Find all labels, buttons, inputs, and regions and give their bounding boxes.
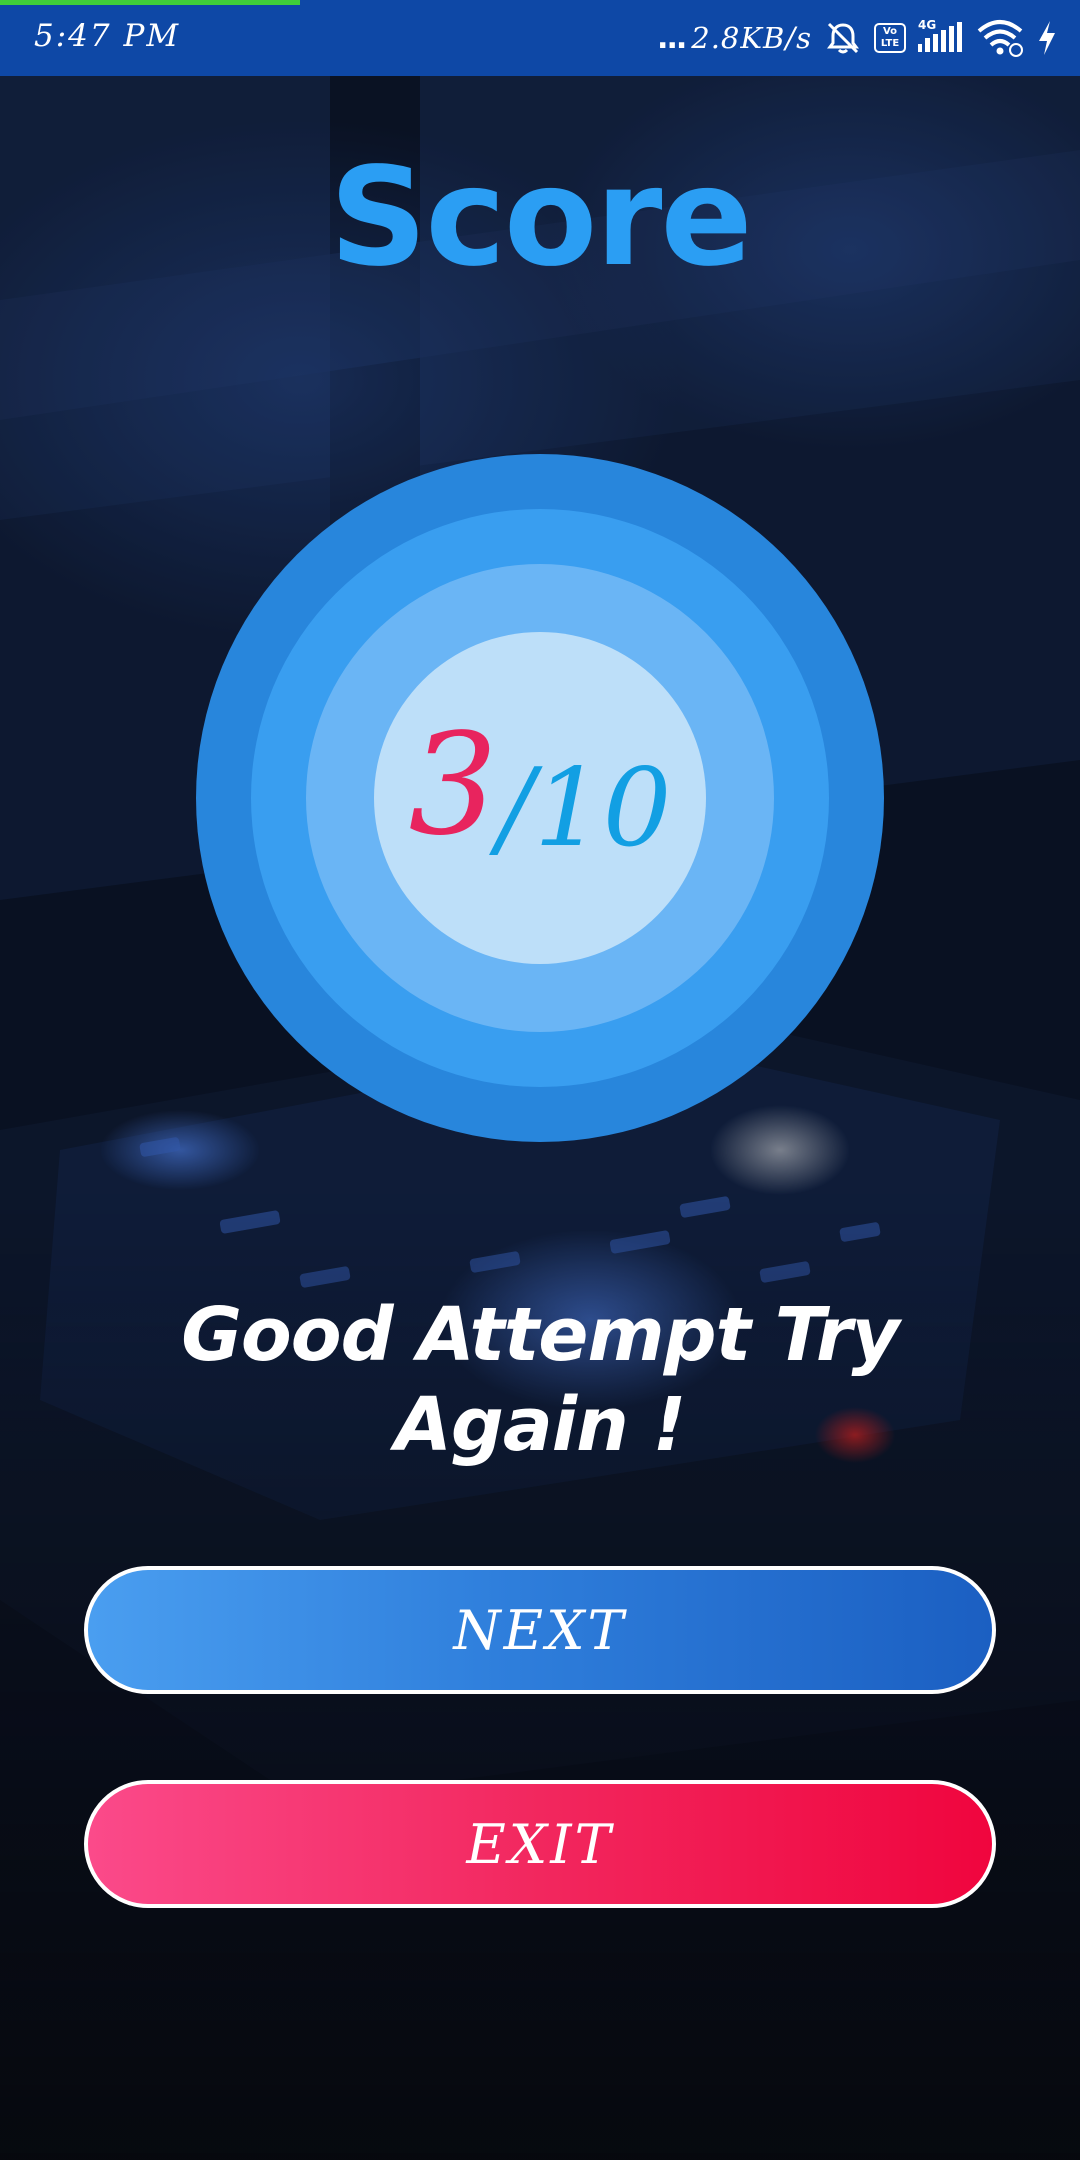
exit-button-label: EXIT xyxy=(466,1812,614,1876)
next-button[interactable]: NEXT xyxy=(84,1566,996,1694)
network-speed: 2.8KB/s xyxy=(691,21,812,55)
charging-bolt-icon xyxy=(1039,21,1055,55)
page-title: Score xyxy=(329,139,752,297)
volte-line-1: Vo xyxy=(882,26,898,37)
exit-button[interactable]: EXIT xyxy=(84,1780,996,1908)
volte-line-2: LTE xyxy=(880,38,900,49)
wifi-icon xyxy=(977,20,1023,57)
loading-progress-bar xyxy=(0,0,300,5)
result-message: Good Attempt Try Again ! xyxy=(181,1292,900,1468)
score-value: 3 / 10 xyxy=(374,632,706,964)
signal-icon xyxy=(918,22,962,52)
signal-strength: 4G xyxy=(918,18,964,58)
muted-alarm-icon xyxy=(827,22,859,54)
status-icons: ... 2.8KB/s Vo LTE 4G xyxy=(657,16,1058,60)
score-separator: / xyxy=(497,746,535,871)
next-button-label: NEXT xyxy=(453,1598,627,1662)
status-bar: 5:47 PM ... 2.8KB/s Vo LTE 4G xyxy=(0,0,1080,76)
score-correct: 3 xyxy=(408,704,498,867)
volte-icon: Vo LTE xyxy=(874,23,906,53)
more-notifications-indicator: ... xyxy=(657,20,687,56)
status-time: 5:47 PM xyxy=(34,18,181,54)
score-screen: 5:47 PM ... 2.8KB/s Vo LTE 4G Score 3 / … xyxy=(0,0,1080,2160)
score-total: 10 xyxy=(534,746,672,871)
